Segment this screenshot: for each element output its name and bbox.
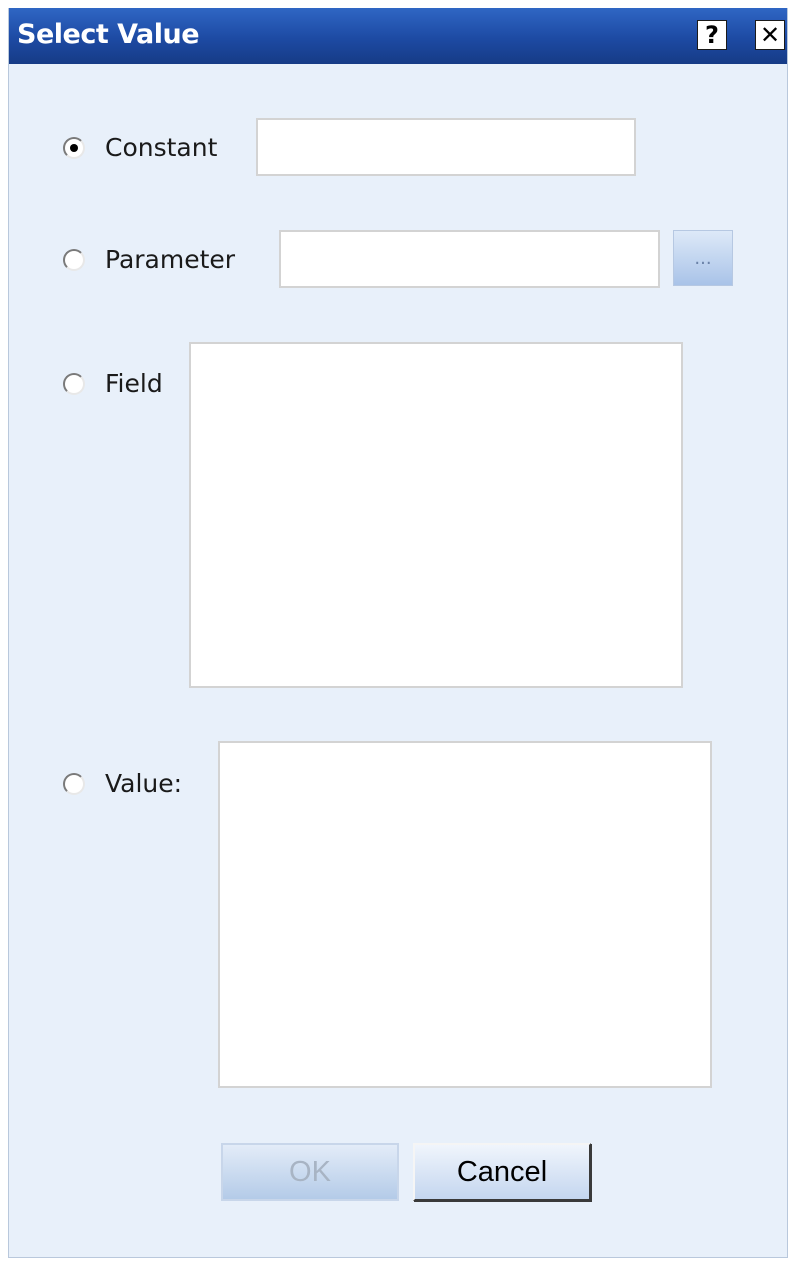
value-option[interactable]: Value:	[63, 769, 182, 798]
constant-radio[interactable]	[63, 136, 85, 159]
parameter-option[interactable]: Parameter	[63, 245, 235, 274]
field-list[interactable]	[189, 342, 683, 688]
ok-button[interactable]: OK	[221, 1143, 399, 1201]
field-option[interactable]: Field	[63, 369, 163, 398]
constant-input[interactable]	[256, 118, 636, 176]
parameter-label: Parameter	[105, 245, 236, 274]
value-radio[interactable]	[63, 772, 85, 795]
cancel-label: Cancel	[456, 1155, 548, 1188]
close-icon: ✕	[759, 21, 781, 49]
dialog-title: Select Value	[17, 19, 200, 50]
help-icon: ?	[705, 21, 719, 49]
value-label: Value:	[105, 769, 183, 798]
close-button[interactable]: ✕	[755, 20, 785, 50]
ellipsis-icon: ...	[694, 247, 712, 269]
constant-label: Constant	[105, 133, 218, 162]
field-label: Field	[105, 369, 163, 398]
field-radio[interactable]	[63, 372, 85, 395]
value-list[interactable]	[218, 741, 712, 1088]
help-button[interactable]: ?	[697, 20, 727, 50]
title-bar[interactable]: Select Value ? ✕	[9, 8, 787, 64]
ok-label: OK	[289, 1155, 331, 1188]
select-value-dialog: Select Value ? ✕ Constant Parameter ... …	[8, 8, 788, 1258]
parameter-radio[interactable]	[63, 248, 85, 271]
parameter-input[interactable]	[279, 230, 660, 288]
constant-option[interactable]: Constant	[63, 133, 217, 162]
cancel-button[interactable]: Cancel	[413, 1143, 591, 1201]
parameter-browse-button[interactable]: ...	[673, 230, 733, 286]
